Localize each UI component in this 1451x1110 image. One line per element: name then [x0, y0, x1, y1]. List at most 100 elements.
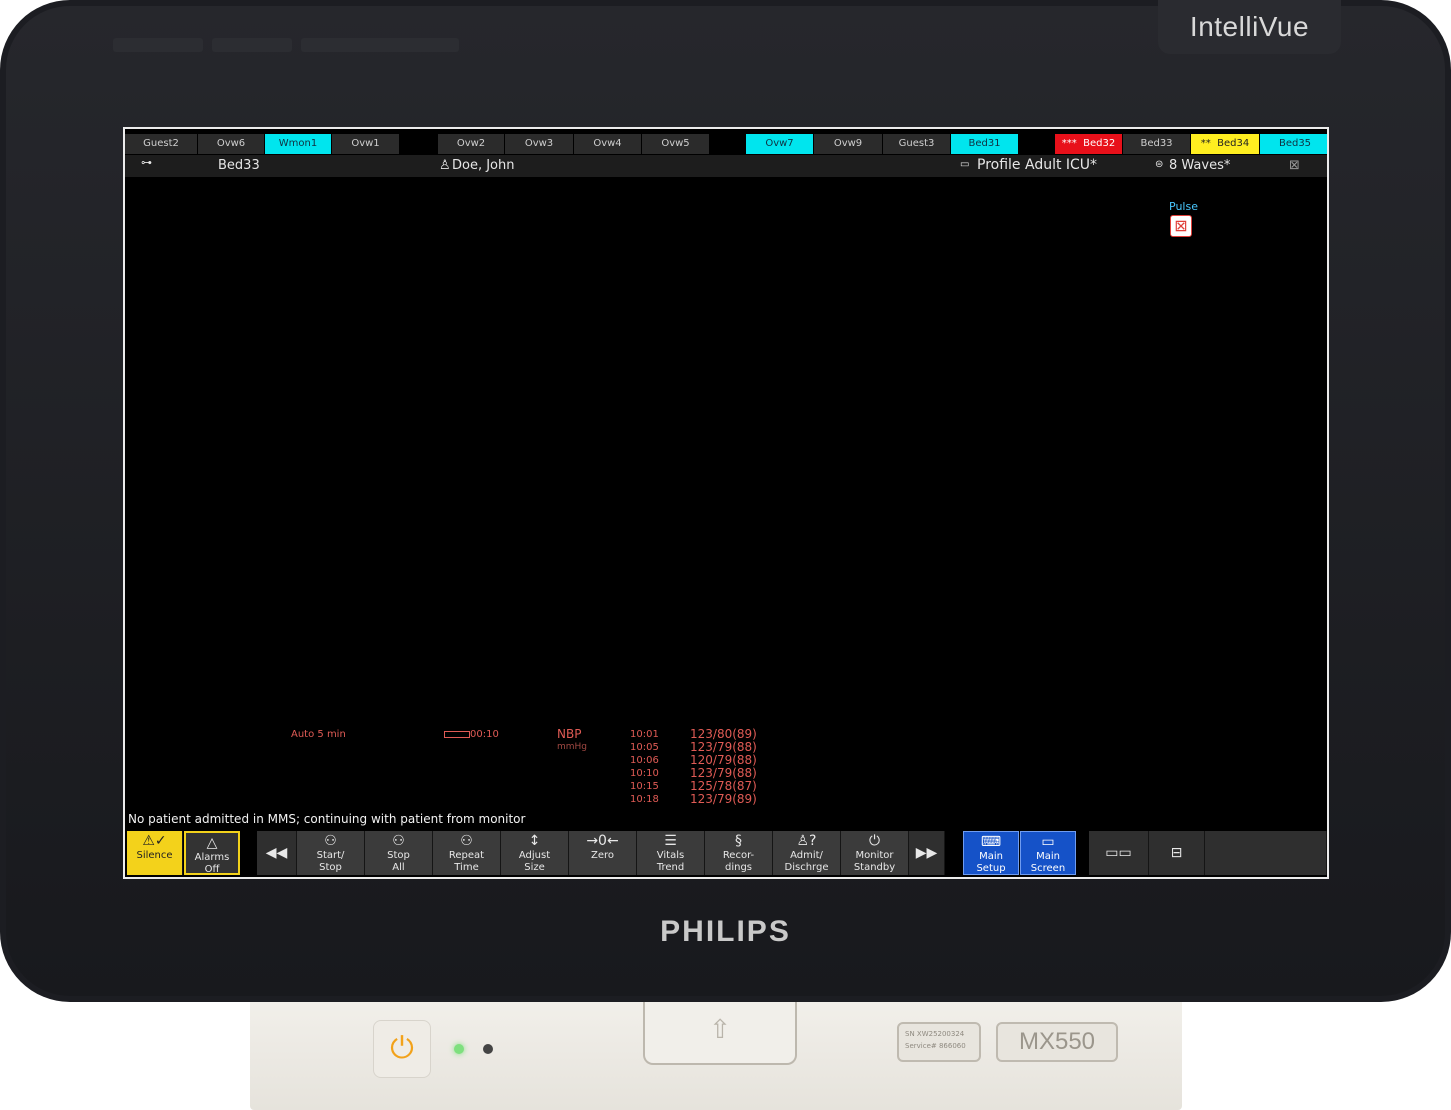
- power-button[interactable]: ⏻: [373, 1020, 431, 1078]
- admit-label-2: Dischrge: [784, 862, 829, 873]
- repeat-time-label-2: Time: [454, 862, 479, 873]
- nbp-mode: Auto 5 min: [291, 729, 346, 740]
- silence-icon: ⚠✓: [142, 833, 167, 849]
- pulse-label[interactable]: Pulse: [1169, 200, 1198, 213]
- screen-layout-icon: ⊟: [1170, 845, 1183, 861]
- silence-button[interactable]: ⚠✓ Silence: [127, 831, 183, 875]
- waves-label[interactable]: 8 Waves*: [1169, 158, 1230, 173]
- nbp-time: 10:05: [630, 742, 659, 753]
- alarm-triangle-icon: △: [206, 835, 218, 851]
- adjust-size-button[interactable]: ↕ Adjust Size: [501, 831, 569, 875]
- stop-all-label-1: Stop: [387, 850, 410, 861]
- stop-all-button[interactable]: ⚇ Stop All: [365, 831, 433, 875]
- screen-layout-button[interactable]: ⊟: [1149, 831, 1205, 875]
- main-setup-button[interactable]: ⌨ Main Setup: [963, 831, 1019, 875]
- nbp-time: 10:15: [630, 781, 659, 792]
- nbp-label[interactable]: NBP: [557, 727, 581, 741]
- tab-guest2[interactable]: Guest2: [125, 134, 198, 154]
- tab-spacer: [400, 134, 438, 154]
- bed-tabs: Guest2 Ovw6 Wmon1 Ovw1 Ovw2 Ovw3 Ovw4 Ov…: [125, 134, 1327, 154]
- repeat-time-button[interactable]: ⚇ Repeat Time: [433, 831, 501, 875]
- standby-label-2: Standby: [853, 862, 896, 873]
- tab-bed31[interactable]: Bed31: [951, 134, 1019, 154]
- tab-guest3[interactable]: Guest3: [883, 134, 951, 154]
- nbp-value: 123/79(88): [690, 740, 757, 754]
- status-bar: ⊶ Bed33 ♙ Doe, John ▭ Profile Adult ICU*…: [125, 155, 1327, 177]
- trend-table-icon: ☰: [664, 833, 677, 849]
- nbp-time: 10:06: [630, 755, 659, 766]
- smartkey-blank: [1205, 831, 1327, 875]
- start-stop-button[interactable]: ⚇ Start/ Stop: [297, 831, 365, 875]
- vitals-trend-button[interactable]: ☰ Vitals Trend: [637, 831, 705, 875]
- double-chevron-right-icon: ▶▶: [915, 845, 938, 861]
- network-icon[interactable]: ⊶: [141, 156, 152, 169]
- keyboard-icon: ▭▭: [1105, 845, 1132, 861]
- tab-ovw2[interactable]: Ovw2: [438, 134, 505, 154]
- nbp-value: 123/79(88): [690, 766, 757, 780]
- alarm-stars: ***: [1061, 138, 1077, 149]
- tab-ovw9[interactable]: Ovw9: [814, 134, 883, 154]
- alarms-off-button[interactable]: △ Alarms Off: [184, 831, 240, 875]
- keyboard-button[interactable]: ▭▭: [1089, 831, 1149, 875]
- alarm-stars: **: [1200, 138, 1211, 149]
- adjust-size-label-1: Adjust: [518, 850, 551, 861]
- repeat-clock-icon: ⚇: [460, 833, 473, 849]
- tab-bed34-label: Bed34: [1217, 138, 1250, 149]
- wave-size-icon: ↕: [528, 833, 541, 849]
- scroll-right-button[interactable]: ▶▶: [909, 831, 945, 875]
- tab-ovw7[interactable]: Ovw7: [746, 134, 814, 154]
- recorder-icon: §: [735, 833, 742, 849]
- silence-label: Silence: [136, 850, 173, 861]
- nbp-time: 10:18: [630, 794, 659, 805]
- admit-label-1: Admit/: [790, 850, 823, 861]
- power-icon: ⏻: [390, 1031, 414, 1066]
- tab-wmon1[interactable]: Wmon1: [265, 134, 332, 154]
- serial-number: SN XW25200324: [905, 1030, 965, 1038]
- main-setup-label-1: Main: [979, 851, 1003, 862]
- zero-button[interactable]: →0← Zero: [569, 831, 637, 875]
- tab-ovw5[interactable]: Ovw5: [642, 134, 710, 154]
- tab-ovw4[interactable]: Ovw4: [574, 134, 642, 154]
- patient-name[interactable]: Doe, John: [452, 158, 515, 173]
- tab-ovw1[interactable]: Ovw1: [332, 134, 400, 154]
- zero-icon: →0←: [586, 833, 619, 849]
- tab-spacer: [710, 134, 746, 154]
- monitor-standby-button[interactable]: ⏻ Monitor Standby: [841, 831, 909, 875]
- nbp-time: 10:01: [630, 729, 659, 740]
- screen-icon: ▭: [1041, 834, 1055, 850]
- bed-label[interactable]: Bed33: [218, 158, 260, 173]
- tab-bed32[interactable]: *** Bed32: [1055, 134, 1123, 154]
- nbp-timer: 00:10: [444, 729, 499, 740]
- admit-discharge-button[interactable]: ♙? Admit/ Dischrge: [773, 831, 841, 875]
- recordings-button[interactable]: § Recor- dings: [705, 831, 773, 875]
- eject-button[interactable]: ⇧: [643, 997, 797, 1065]
- profile-label[interactable]: Profile Adult ICU*: [977, 157, 1097, 173]
- setup-icon: ⌨: [980, 834, 1002, 850]
- tab-bed33[interactable]: Bed33: [1123, 134, 1191, 154]
- adjust-size-label-2: Size: [524, 862, 545, 873]
- vitals-trend-label-2: Trend: [656, 862, 685, 873]
- admit-patient-icon: ♙?: [796, 833, 817, 849]
- tab-bed35[interactable]: Bed35: [1260, 134, 1327, 154]
- start-stop-label-1: Start/: [316, 850, 345, 861]
- product-name: IntelliVue: [1158, 0, 1341, 54]
- tab-bed34[interactable]: ** Bed34: [1191, 134, 1260, 154]
- patient-icon: ♙: [439, 158, 451, 173]
- monitor-bezel: IntelliVue PHILIPS Guest2 Ovw6 Wmon1 Ovw…: [0, 0, 1451, 1002]
- eject-icon: ⇧: [709, 1015, 731, 1045]
- waves-icon: ⊜: [1155, 159, 1164, 170]
- nbp-start-icon: ⚇: [324, 833, 337, 849]
- start-stop-label-2: Stop: [319, 862, 342, 873]
- power-led: [454, 1044, 464, 1054]
- wireless-off-icon[interactable]: ⊠: [1289, 158, 1300, 173]
- nbp-value: 123/79(89): [690, 792, 757, 806]
- scroll-left-button[interactable]: ◀◀: [257, 831, 297, 875]
- pulse-off-icon[interactable]: ⊠: [1170, 215, 1192, 237]
- repeat-time-label-1: Repeat: [448, 850, 485, 861]
- nbp-time: 10:10: [630, 768, 659, 779]
- main-screen-button[interactable]: ▭ Main Screen: [1020, 831, 1076, 875]
- tab-ovw6[interactable]: Ovw6: [198, 134, 265, 154]
- main-screen-label-1: Main: [1036, 851, 1060, 862]
- standby-label-1: Monitor: [855, 850, 894, 861]
- tab-ovw3[interactable]: Ovw3: [505, 134, 574, 154]
